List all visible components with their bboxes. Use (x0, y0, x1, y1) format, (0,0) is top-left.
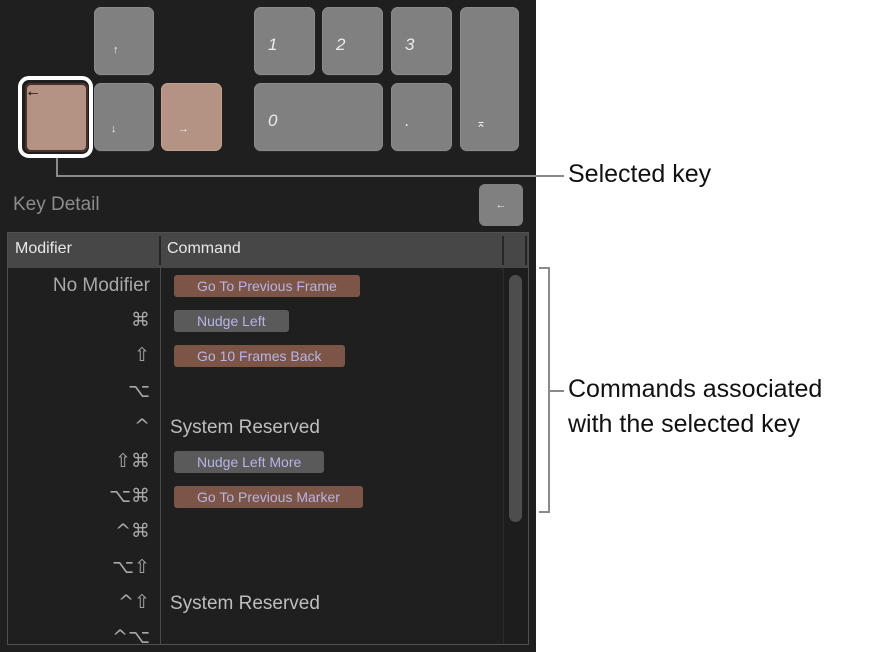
callout-bracket-commands (548, 390, 564, 392)
table-row[interactable]: ⇧ Go 10 Frames Back (8, 338, 503, 373)
table-row[interactable]: ^ System Reserved (8, 409, 503, 444)
callout-commands: Commands associated with the selected ke… (568, 372, 822, 442)
modifier-cell: ⇧ (134, 344, 150, 367)
key-label: 0 (268, 111, 278, 130)
column-divider[interactable] (502, 236, 504, 265)
callout-commands-line2: with the selected key (568, 410, 801, 438)
table-row[interactable]: ⇧⌘ Nudge Left More (8, 444, 503, 479)
modifier-cell: ⌘ (131, 309, 150, 332)
table-row[interactable]: No Modifier Go To Previous Frame (8, 268, 503, 303)
modifier-cell: No Modifier (52, 275, 150, 296)
table-row[interactable]: ^⇧ System Reserved (8, 585, 503, 620)
command-editor-panel: ↑ ← ↓ → 1 2 3 ⌅ 0 . Key Detail ← Modifie… (0, 0, 536, 652)
table-row[interactable]: ⌥⇧ (8, 550, 503, 585)
callout-leader-selected-key (56, 175, 564, 177)
table-row[interactable]: ^⌥ (8, 620, 503, 652)
key-detail-title: Key Detail (13, 194, 100, 215)
command-pill[interactable]: Nudge Left (174, 310, 289, 333)
modifier-cell: ⌥⌘ (109, 485, 150, 508)
key-detail-table: Modifier Command No Modifier Go To Previo… (7, 232, 529, 648)
callout-commands-line1: Commands associated (568, 375, 823, 403)
left-arrow-icon: ← (25, 83, 41, 100)
callout-bracket-commands (539, 267, 550, 269)
key-right-arrow[interactable]: → (161, 83, 222, 151)
table-header: Modifier Command (8, 233, 528, 268)
key-label: 1 (268, 35, 278, 54)
modifier-cell: ^⌘ (115, 520, 150, 543)
callout-selected-key: Selected key (568, 160, 712, 188)
key-left-arrow[interactable]: ← (25, 83, 88, 152)
modifier-cell: ^⇧ (118, 590, 150, 613)
up-arrow-icon: ↑ (113, 44, 119, 56)
column-divider[interactable] (159, 236, 161, 265)
modifier-cell: ^⌥ (112, 626, 150, 648)
table-row[interactable]: ⌥⌘ Go To Previous Marker (8, 479, 503, 514)
enter-icon: ⌅ (476, 116, 487, 130)
command-pill[interactable]: Nudge Left More (174, 451, 325, 473)
key-label: . (405, 111, 410, 130)
column-divider (525, 236, 527, 265)
column-header-command[interactable]: Command (167, 240, 241, 258)
key-numpad-decimal[interactable]: . (391, 83, 452, 151)
command-cell: System Reserved (170, 416, 320, 438)
key-label: 3 (405, 35, 415, 54)
key-label: 2 (336, 35, 346, 54)
command-cell: System Reserved (170, 592, 320, 614)
selected-key-preview: ← (479, 184, 523, 226)
column-header-modifier[interactable]: Modifier (15, 240, 72, 258)
table-row[interactable]: ^⌘ (8, 514, 503, 549)
table-row[interactable]: ⌥ (8, 374, 503, 409)
key-numpad-3[interactable]: 3 (391, 7, 452, 75)
modifier-cell: ^ (134, 414, 150, 437)
scrollbar-thumb[interactable] (509, 275, 522, 522)
key-numpad-2[interactable]: 2 (322, 7, 383, 75)
right-arrow-icon: → (178, 123, 189, 135)
modifier-cell: ⇧⌘ (115, 450, 150, 472)
key-numpad-enter[interactable]: ⌅ (460, 7, 519, 151)
modifier-cell: ⌥⇧ (112, 555, 150, 578)
modifier-cell: ⌥ (128, 379, 150, 402)
table-row[interactable]: ⌘ Nudge Left (8, 303, 503, 338)
key-numpad-0[interactable]: 0 (254, 83, 383, 151)
command-pill[interactable]: Go 10 Frames Back (174, 345, 345, 368)
command-pill[interactable]: Go To Previous Frame (174, 275, 360, 297)
callout-leader-selected-key (56, 158, 58, 176)
down-arrow-icon: ↓ (111, 123, 117, 135)
key-numpad-1[interactable]: 1 (254, 7, 315, 75)
command-pill[interactable]: Go To Previous Marker (174, 486, 363, 509)
key-up-arrow[interactable]: ↑ (94, 7, 154, 75)
left-arrow-icon: ← (495, 199, 507, 211)
callout-bracket-commands (539, 511, 550, 513)
key-down-arrow[interactable]: ↓ (94, 83, 154, 151)
